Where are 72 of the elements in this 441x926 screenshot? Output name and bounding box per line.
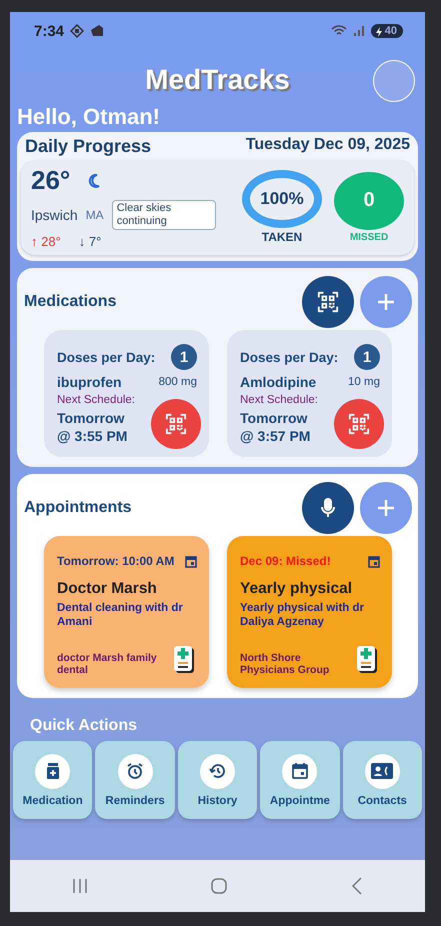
appointment-description: Yearly physical with dr Daliya Agzenay xyxy=(240,602,365,629)
medication-strength: 10 mg xyxy=(348,376,380,388)
back-icon[interactable] xyxy=(351,877,364,895)
appointment-location: North Shore Physicians Group xyxy=(240,653,330,676)
quick-action-button[interactable]: Appointme xyxy=(260,741,340,820)
taken-ring: 100% xyxy=(242,170,322,228)
doses-count: 1 xyxy=(354,344,380,370)
qr-scan-icon xyxy=(348,413,370,436)
appointment-card[interactable]: Dec 09: Missed! Yearly physical Yearly physical with dr Daliya Agzenay North Shore Physicians Group xyxy=(227,536,392,688)
doses-label: Doses per Day: xyxy=(240,350,338,365)
medication-card[interactable]: Doses per Day: 1 ibuprofen 800 mg Next Schedule: Tomorrow @ 3:55 PM xyxy=(44,330,209,458)
next-schedule-label: Next Schedule: xyxy=(240,394,319,406)
next-schedule-label: Next Schedule: xyxy=(57,394,136,406)
medication-name: ibuprofen xyxy=(57,374,122,390)
medication-strength: 800 mg xyxy=(158,376,197,388)
qr-scan-icon xyxy=(317,291,339,314)
city-label: Ipswich xyxy=(31,207,78,224)
section-title: Medications xyxy=(24,293,118,312)
wifi-icon xyxy=(330,25,347,37)
low-temperature: ↓ 7° xyxy=(78,234,102,250)
next-schedule-time: Tomorrow @ 3:57 PM xyxy=(240,410,310,446)
high-temperature: ↑ 28° xyxy=(31,234,61,250)
quick-action-button[interactable]: Medication xyxy=(13,741,92,820)
scan-button[interactable] xyxy=(151,399,201,450)
plus-icon xyxy=(376,498,396,518)
appointment-time: Dec 09: Missed! xyxy=(240,554,331,568)
calendar-icon xyxy=(185,554,197,568)
quick-action-button[interactable]: Contacts xyxy=(342,741,422,820)
app-title: MedTracks xyxy=(145,64,290,96)
plus-icon xyxy=(376,292,396,312)
scan-button[interactable] xyxy=(334,399,384,450)
quick-action-button[interactable]: History xyxy=(178,741,258,820)
medical-note-icon xyxy=(173,644,195,674)
missed-label: MISSED xyxy=(350,232,388,243)
quick-action-button[interactable]: Reminders xyxy=(95,741,175,820)
medical-note-icon xyxy=(356,644,378,674)
section-title: Appointments xyxy=(24,499,133,518)
section-title: Daily Progress xyxy=(25,136,152,157)
appointment-time: Tomorrow: 10:00 AM xyxy=(57,554,174,568)
calendar-icon xyxy=(292,763,308,780)
appointment-location: doctor Marsh family dental xyxy=(57,653,158,676)
temperature: 26° xyxy=(31,165,70,196)
taken-label: TAKEN xyxy=(262,230,302,244)
weather-condition: Clear skies continuing xyxy=(112,200,216,230)
state-label: MA xyxy=(86,208,104,222)
moon-icon xyxy=(88,174,100,188)
doses-label: Doses per Day: xyxy=(57,350,156,365)
appointment-title: Yearly physical xyxy=(240,580,354,598)
recent-apps-icon[interactable] xyxy=(72,878,88,894)
history-icon xyxy=(208,762,227,780)
contact-card-icon xyxy=(371,763,394,780)
greeting: Hello, Otman! xyxy=(17,104,162,130)
appointment-card[interactable]: Tomorrow: 10:00 AM Doctor Marsh Dental cleaning with dr Amani doctor Marsh family dental xyxy=(44,536,209,688)
appointment-description: Dental cleaning with dr Amani xyxy=(57,602,184,629)
battery-indicator: 40 xyxy=(370,24,403,38)
alarm-clock-icon xyxy=(126,762,144,780)
missed-count: 0 xyxy=(334,172,404,230)
medication-card[interactable]: Doses per Day: 1 Amlodipine 10 mg Next Schedule: Tomorrow @ 3:57 PM xyxy=(227,330,392,458)
next-schedule-time: Tomorrow @ 3:55 PM xyxy=(57,410,128,446)
calendar-icon xyxy=(368,554,380,568)
qr-scan-icon xyxy=(165,413,187,436)
profile-avatar[interactable] xyxy=(373,60,415,102)
doses-count: 1 xyxy=(171,344,197,370)
signal-icon xyxy=(352,25,365,37)
status-time: 7:34 xyxy=(34,22,64,40)
date-label: Tuesday Dec 09, 2025 xyxy=(246,136,410,155)
pill-bottle-icon xyxy=(46,763,60,780)
home-icon[interactable] xyxy=(211,878,228,894)
medication-name: Amlodipine xyxy=(240,374,316,390)
appointment-title: Doctor Marsh xyxy=(57,580,158,598)
microphone-icon xyxy=(321,498,335,518)
section-title: Quick Actions xyxy=(30,717,138,736)
